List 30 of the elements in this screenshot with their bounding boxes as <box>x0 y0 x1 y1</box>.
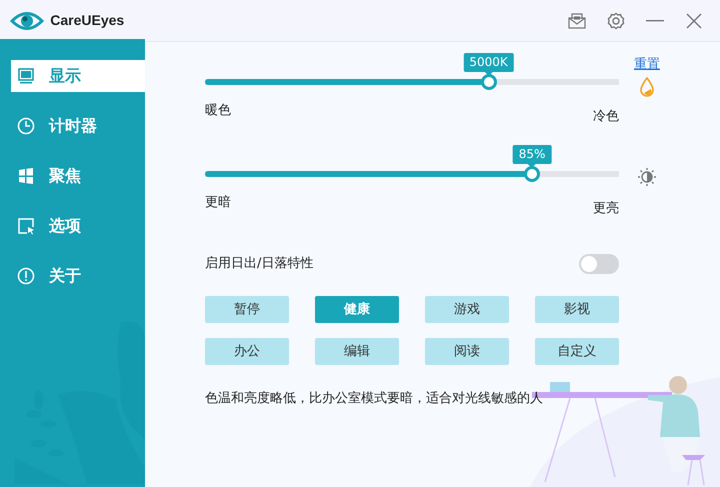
max-label: 更亮 <box>593 200 619 218</box>
window-title: CareUEyes <box>50 11 124 30</box>
windows-icon <box>17 167 35 185</box>
preset-button[interactable]: 影视 <box>535 296 619 323</box>
brightness-icon <box>637 166 657 186</box>
monitor-icon <box>17 67 35 85</box>
minimize-icon <box>646 20 664 22</box>
min-label: 暖色 <box>205 102 231 120</box>
drop-icon <box>639 76 655 96</box>
slider-thumb[interactable] <box>524 166 540 182</box>
preset-button[interactable]: 游戏 <box>425 296 509 323</box>
sunrise-toggle[interactable] <box>579 254 619 274</box>
preset-button[interactable]: 办公 <box>205 338 289 365</box>
preset-button[interactable]: 编辑 <box>315 338 399 365</box>
settings-icon <box>607 12 625 30</box>
reset-link[interactable]: 重置 <box>634 55 660 74</box>
eye-logo-icon <box>10 10 44 32</box>
clock-icon <box>17 117 35 135</box>
min-label: 更暗 <box>205 194 231 212</box>
close-icon <box>686 12 702 28</box>
mail-icon <box>568 12 586 28</box>
preset-button[interactable]: 暂停 <box>205 296 289 323</box>
slider-thumb[interactable] <box>480 74 497 90</box>
cursor-icon <box>17 217 35 235</box>
preset-button[interactable]: 阅读 <box>425 338 509 365</box>
info-icon <box>17 267 35 285</box>
preset-button[interactable]: 自定义 <box>535 338 619 365</box>
mode-description: 色温和亮度略低，比办公室模式要暗，适合对光线敏感的人 <box>205 390 544 408</box>
toggle-label: 启用日出/日落特性 <box>205 255 314 274</box>
max-label: 冷色 <box>593 108 619 126</box>
